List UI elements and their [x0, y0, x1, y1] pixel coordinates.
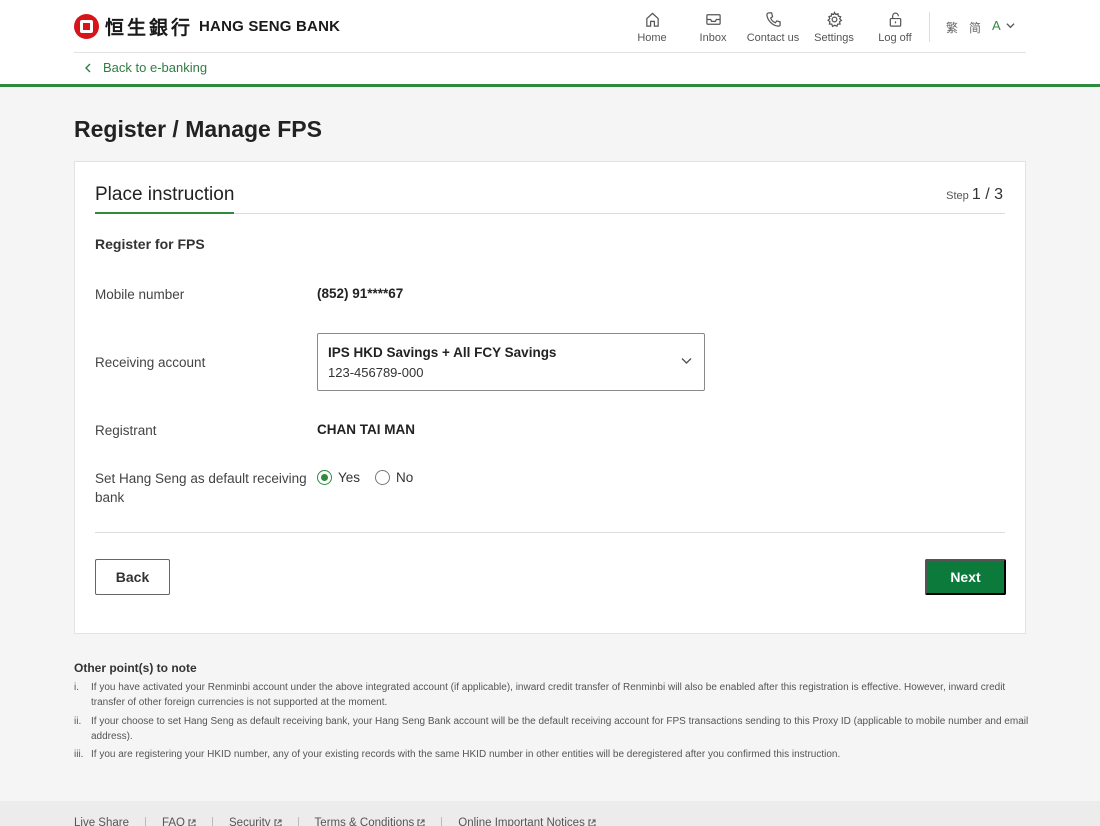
account-name: IPS HKD Savings + All FCY Savings — [328, 345, 557, 360]
note-text: If your choose to set Hang Seng as defau… — [91, 716, 1029, 742]
nav-home-label: Home — [637, 32, 667, 44]
radio-no-label: No — [396, 470, 414, 485]
instruction-card: Place instruction Step 1 / 3 Register fo… — [74, 161, 1026, 634]
card-header: Place instruction Step 1 / 3 — [95, 184, 1005, 214]
bank-logo-english: HANG SENG BANK — [199, 17, 341, 35]
card-divider — [95, 532, 1005, 533]
home-icon — [645, 12, 659, 27]
footer: Live Share FAQ Security Terms & Conditio… — [0, 801, 1100, 826]
lang-simplified-chinese[interactable]: 简 — [969, 19, 981, 36]
nav-home[interactable]: Home — [617, 11, 687, 44]
footer-links: Live Share FAQ Security Terms & Conditio… — [74, 817, 612, 826]
lang-traditional-chinese[interactable]: 繁 — [946, 19, 958, 36]
footer-link-label: Terms & Conditions — [314, 817, 415, 826]
back-button[interactable]: Back — [95, 559, 170, 595]
section-title: Register for FPS — [95, 236, 205, 252]
registrant-value: CHAN TAI MAN — [317, 422, 415, 437]
footer-link-notices[interactable]: Online Important Notices — [441, 817, 612, 826]
step-prefix: Step — [946, 190, 969, 202]
radio-yes-label: Yes — [338, 470, 361, 485]
nav-contact-us[interactable]: Contact us — [738, 11, 808, 44]
bank-logo[interactable]: 恒生銀行 HANG SENG BANK — [74, 13, 340, 39]
footer-link-security[interactable]: Security — [212, 817, 298, 826]
font-size-label: A — [992, 18, 1001, 33]
note-number: i. — [74, 682, 79, 693]
footer-link-terms[interactable]: Terms & Conditions — [297, 817, 442, 826]
radio-no[interactable] — [375, 470, 391, 485]
receiving-account-select[interactable]: IPS HKD Savings + All FCY Savings 123-45… — [317, 333, 705, 391]
default-bank-radio-group: Yes No — [317, 470, 428, 485]
chevron-left-icon — [85, 63, 91, 72]
receiving-account-label: Receiving account — [95, 355, 206, 370]
note-text: If you have activated your Renminbi acco… — [91, 682, 1006, 708]
footer-link-label: Security — [229, 817, 271, 826]
card-title: Place instruction — [95, 184, 235, 214]
note-number: iii. — [74, 749, 84, 760]
footer-link-faq[interactable]: FAQ — [144, 817, 212, 826]
external-link-icon — [417, 819, 425, 826]
note-text: If you are registering your HKID number,… — [91, 749, 841, 760]
note-item: iii. If you are registering your HKID nu… — [74, 747, 1029, 762]
bank-logo-mark-icon — [74, 13, 99, 39]
footer-link-label: Live Share — [74, 817, 129, 826]
registrant-label: Registrant — [95, 423, 157, 438]
header-bar: 恒生銀行 HANG SENG BANK Home Inbox Contact u… — [74, 0, 1026, 53]
footer-link-label: Online Important Notices — [458, 817, 585, 826]
account-number: 123-456789-000 — [328, 365, 424, 380]
footer-link-live-share[interactable]: Live Share — [74, 817, 145, 826]
chevron-down-icon — [1006, 23, 1015, 29]
nav-settings[interactable]: Settings — [799, 11, 869, 44]
next-button[interactable]: Next — [925, 559, 1006, 595]
nav-log-off[interactable]: Log off — [860, 11, 930, 44]
note-item: ii. If your choose to set Hang Seng as d… — [74, 714, 1029, 744]
back-link-label: Back to e-banking — [103, 60, 208, 75]
external-link-icon — [588, 819, 596, 826]
nav-inbox-label: Inbox — [699, 32, 727, 44]
notes-title: Other point(s) to note — [74, 661, 197, 675]
mobile-number-value: (852) 91****67 — [317, 286, 404, 301]
inbox-icon — [705, 14, 721, 25]
nav-settings-label: Settings — [814, 32, 854, 44]
nav-contact-label: Contact us — [746, 32, 800, 44]
footer-link-label: FAQ — [161, 817, 185, 826]
external-link-icon — [273, 819, 282, 826]
font-size-selector[interactable]: A — [992, 18, 1015, 33]
radio-option-no[interactable]: No — [375, 470, 413, 485]
chevron-down-icon — [681, 358, 692, 364]
phone-icon — [765, 12, 781, 27]
bank-logo-chinese: 恒生銀行 — [105, 16, 194, 39]
note-number: ii. — [74, 716, 82, 727]
note-item: i. If you have activated your Renminbi a… — [74, 680, 1029, 710]
top-header: 恒生銀行 HANG SENG BANK Home Inbox Contact u… — [0, 0, 1100, 87]
nav-logoff-label: Log off — [878, 32, 912, 44]
gear-icon — [826, 11, 842, 28]
page-title: Register / Manage FPS — [74, 116, 322, 142]
default-bank-label: Set Hang Seng as default receiving bank — [95, 471, 307, 505]
back-to-ebanking-link[interactable]: Back to e-banking — [84, 60, 207, 75]
mobile-number-label: Mobile number — [95, 287, 185, 302]
external-link-icon — [188, 819, 196, 826]
step-indicator: Step 1 / 3 — [946, 186, 1003, 204]
step-value: 1 / 3 — [971, 186, 1003, 203]
nav-divider — [929, 12, 930, 42]
radio-option-yes[interactable]: Yes — [317, 470, 360, 485]
radio-yes[interactable] — [317, 470, 332, 485]
lock-icon — [889, 12, 901, 27]
